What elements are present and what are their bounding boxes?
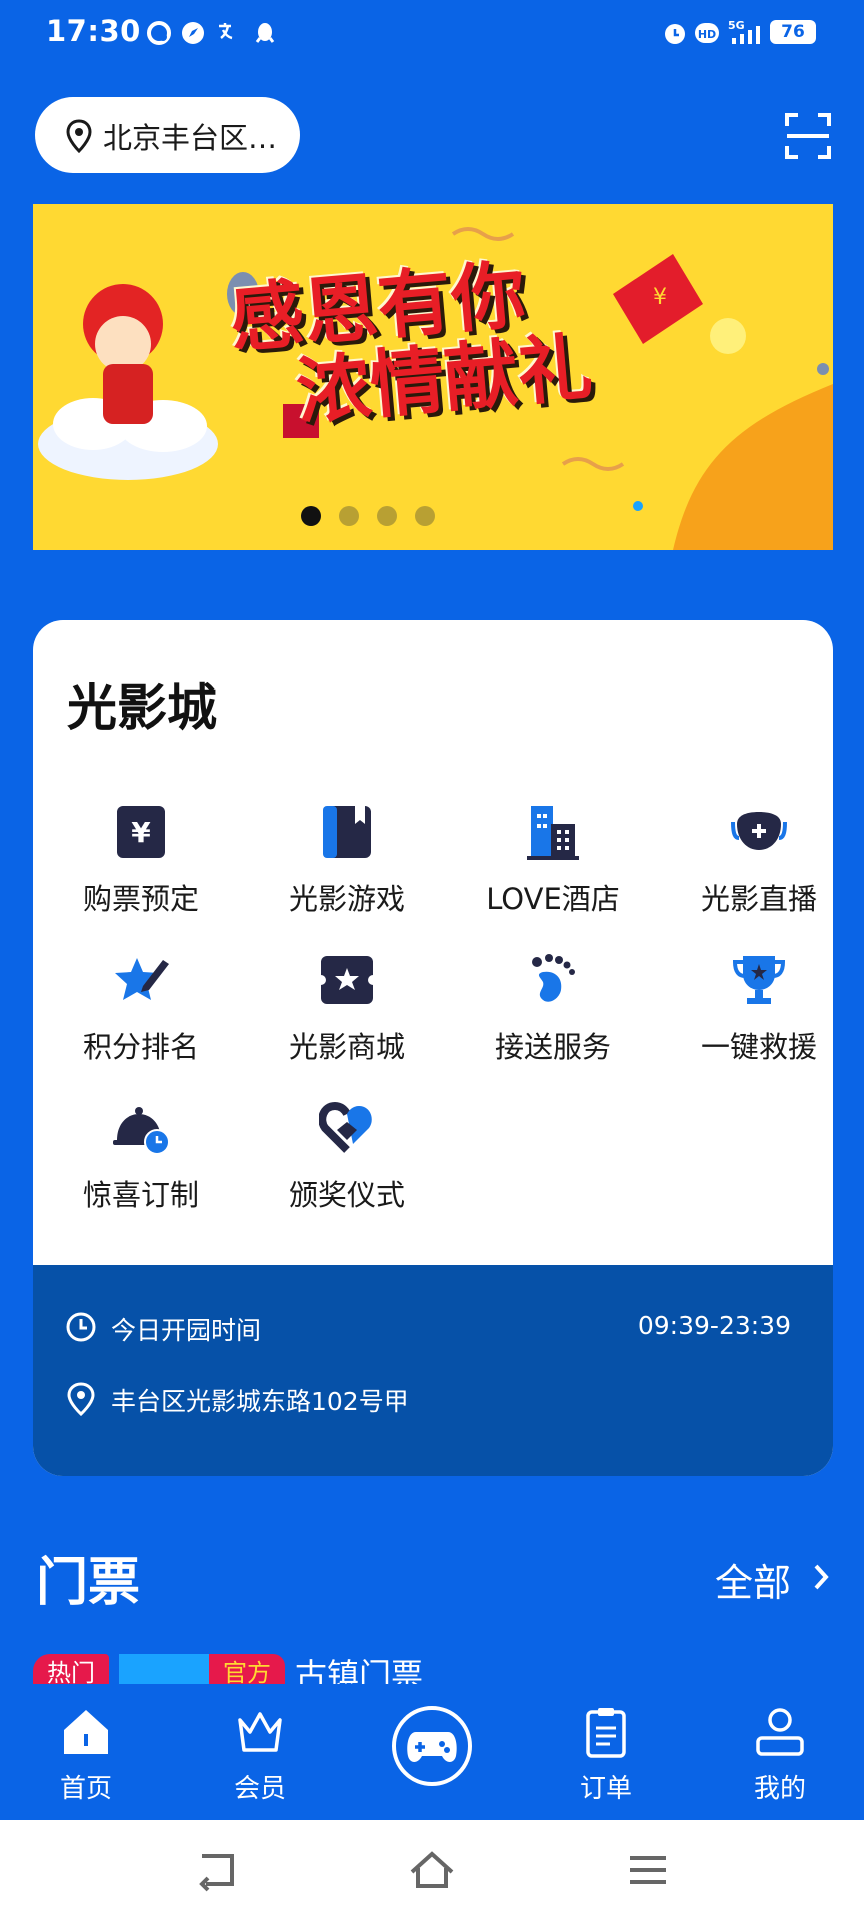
park-info-panel: 今日开园时间 09:39-23:39 丰台区光影城东路102号甲 (33, 1265, 833, 1476)
tab-label: 首页 (59, 1774, 112, 1804)
user-icon (756, 1708, 804, 1756)
back-icon[interactable] (194, 1846, 242, 1894)
grid-label: 购票预定 (82, 882, 199, 916)
star-pencil-icon (115, 958, 169, 1000)
svg-text:HD: HD (698, 28, 716, 41)
grid-label: 光影直播 (700, 882, 817, 916)
tab-orders[interactable]: 订单 (536, 1684, 676, 1820)
battery-indicator: 76 (770, 20, 816, 44)
svg-text:¥: ¥ (131, 816, 151, 849)
tab-label: 我的 (753, 1774, 806, 1804)
hd-icon: HD (695, 23, 719, 43)
grid-item-shuttle[interactable]: 接送服务 (453, 952, 653, 1072)
banner-title: 感恩有你 浓情献礼 (227, 246, 659, 437)
menu-icon[interactable] (624, 1846, 672, 1894)
tab-game[interactable] (392, 1706, 472, 1786)
grid-label: 一键救援 (700, 1030, 817, 1064)
grid-item-mall[interactable]: 光影商城 (247, 952, 447, 1072)
park-card: 光影城 ¥ 购票预定 光影游戏 LOVE酒店 光影直播 积分排名 光影商城 接送… (33, 620, 833, 1476)
book-icon (323, 806, 371, 858)
grid-label: 积分排名 (82, 1030, 199, 1064)
translate-icon (219, 23, 233, 40)
grid-label: 光影游戏 (288, 882, 405, 916)
5g-signal-icon: 5G (728, 19, 760, 44)
carousel-dot-2[interactable] (339, 506, 359, 526)
home-nav-icon[interactable] (408, 1846, 456, 1894)
location-pin-icon (66, 119, 92, 153)
carousel-dot-1[interactable] (301, 506, 321, 526)
grid-item-custom[interactable]: 惊喜订制 (41, 1100, 241, 1220)
grid-label: 颁奖仪式 (288, 1178, 405, 1212)
chevron-right-icon[interactable] (810, 1562, 832, 1592)
status-time: 17:30 (46, 14, 141, 48)
alarm-icon (665, 24, 685, 44)
grid-item-games[interactable]: 光影游戏 (247, 804, 447, 924)
grid-item-rescue[interactable]: 一键救援 (659, 952, 833, 1072)
svg-text:5G: 5G (728, 19, 745, 32)
carousel-dot-3[interactable] (377, 506, 397, 526)
ticket-list-item[interactable]: 热门 官方 古镇门票 (33, 1650, 833, 1684)
ticket-name: 古镇门票 (295, 1656, 424, 1684)
app-notification-icon (147, 21, 171, 45)
grid-item-hotel[interactable]: LOVE酒店 (453, 804, 653, 924)
promo-banner[interactable]: ¥ 感恩有你 浓情献礼 (33, 204, 833, 550)
status-bar: 17:30 HD 5G 76 (0, 0, 864, 66)
tab-label: 订单 (579, 1774, 632, 1804)
carousel-dot-4[interactable] (415, 506, 435, 526)
location-selector[interactable]: 北京丰台区… (35, 97, 300, 173)
tab-member[interactable]: 会员 (190, 1684, 330, 1820)
bottom-tab-bar: 首页 会员 订单 我的 (0, 1684, 864, 1820)
tab-home[interactable]: 首页 (16, 1684, 156, 1820)
hot-tag: 热门 (33, 1654, 109, 1684)
clipboard-icon (586, 1708, 626, 1758)
grid-item-award[interactable]: 颁奖仪式 (247, 1100, 447, 1220)
cloche-clock-icon (113, 1107, 169, 1155)
tab-label: 会员 (233, 1774, 286, 1804)
grid-label: 光影商城 (288, 1030, 405, 1064)
trophy-icon (732, 956, 786, 1004)
official-tag: 官方 (209, 1654, 285, 1684)
tab-profile[interactable]: 我的 (710, 1684, 850, 1820)
star-ticket-icon (319, 956, 375, 1004)
tickets-view-all-link[interactable]: 全部 (715, 1552, 791, 1607)
park-address[interactable]: 丰台区光影城东路102号甲 (111, 1382, 409, 1418)
scan-icon[interactable] (784, 112, 832, 160)
grid-label: LOVE酒店 (486, 882, 620, 916)
home-icon (64, 1710, 108, 1754)
opening-hours-label: 今日开园时间 (111, 1316, 262, 1345)
footprint-icon (532, 954, 575, 1002)
grid-item-ranking[interactable]: 积分排名 (41, 952, 241, 1072)
svg-text:¥: ¥ (653, 285, 667, 310)
opening-hours-value: 09:39-23:39 (637, 1311, 791, 1340)
system-nav-bar (0, 1820, 864, 1920)
grid-label: 接送服务 (494, 1030, 611, 1064)
grid-item-live[interactable]: 光影直播 (659, 804, 833, 924)
compass-icon (182, 22, 204, 44)
tickets-section-title: 门票 (36, 1553, 141, 1613)
clock-icon (66, 1312, 96, 1342)
location-pin-icon (67, 1382, 95, 1416)
grid-label: 惊喜订制 (82, 1178, 199, 1212)
crown-icon (238, 1712, 282, 1752)
park-title: 光影城 (67, 679, 217, 737)
mask-live-icon (731, 812, 787, 850)
yen-ticket-icon: ¥ (117, 806, 165, 858)
location-text: 北京丰台区… (103, 121, 278, 155)
qq-icon (255, 23, 275, 43)
heart-award-icon (319, 1101, 372, 1153)
gamepad-icon (407, 1732, 457, 1762)
hotel-building-icon (527, 806, 579, 860)
grid-item-ticket-booking[interactable]: ¥ 购票预定 (41, 804, 241, 924)
